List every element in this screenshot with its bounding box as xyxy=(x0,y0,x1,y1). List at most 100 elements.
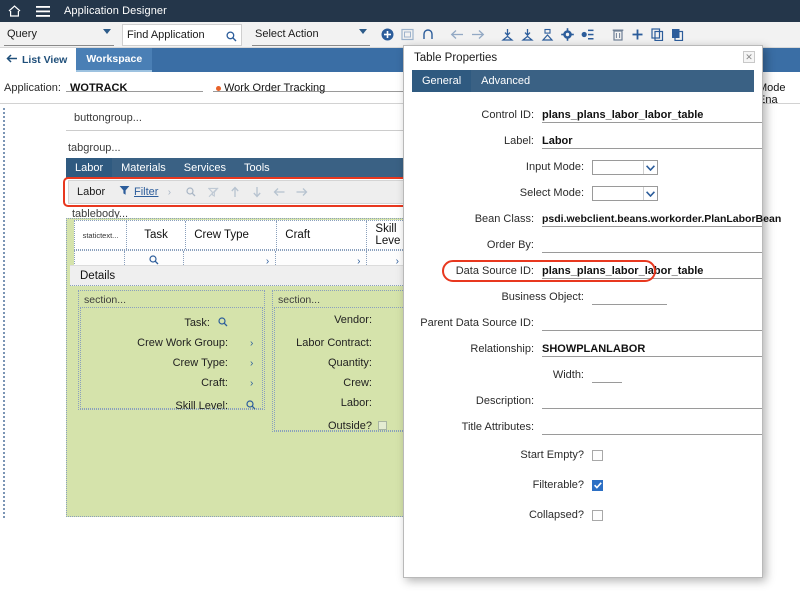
field-row-crew-type[interactable]: Crew Type: › xyxy=(80,357,260,369)
input-relationship[interactable]: SHOWPLANLABOR xyxy=(542,341,762,357)
tab-general[interactable]: General xyxy=(412,70,471,92)
chevron-down-icon[interactable] xyxy=(643,187,657,200)
application-description-value[interactable]: Work Order Tracking xyxy=(224,82,325,94)
checkbox-filterable[interactable] xyxy=(592,480,603,491)
query-dropdown[interactable]: Query xyxy=(4,24,114,46)
add-icon[interactable] xyxy=(628,24,647,46)
properties-gear-icon[interactable] xyxy=(558,24,577,46)
import-xml-icon[interactable] xyxy=(518,24,537,46)
copy-icon[interactable] xyxy=(648,24,667,46)
select-select-mode[interactable] xyxy=(592,186,658,201)
detail-menu-icon[interactable]: › xyxy=(250,338,253,349)
input-order-by[interactable] xyxy=(542,237,762,253)
field-row-crew-work-group[interactable]: Crew Work Group: › xyxy=(80,337,260,349)
delete-icon[interactable] xyxy=(608,24,627,46)
table-header-craft[interactable]: Craft xyxy=(277,221,367,249)
inner-tab-tools[interactable]: Tools xyxy=(235,158,279,178)
prev-page-icon[interactable] xyxy=(268,180,290,204)
table-header-statictext[interactable]: statictext... xyxy=(75,221,127,249)
inner-tab-materials[interactable]: Materials xyxy=(112,158,175,178)
search-icon[interactable] xyxy=(218,314,228,332)
field-row-labor-contract[interactable]: Labor Contract: xyxy=(272,337,392,349)
chevron-down-icon[interactable] xyxy=(643,161,657,174)
form-row-description: Description: xyxy=(404,388,762,414)
forward-arrow-icon[interactable] xyxy=(468,24,487,46)
label-title-attributes: Title Attributes: xyxy=(404,421,542,433)
table-header-skill-level[interactable]: Skill Leve xyxy=(367,221,406,249)
inner-tab-labor[interactable]: Labor xyxy=(66,158,112,178)
next-row-icon[interactable]: › xyxy=(158,180,180,204)
filter-link[interactable]: Filter xyxy=(134,186,158,198)
field-row-vendor[interactable]: Vendor: xyxy=(272,314,392,326)
table-header-crew-type[interactable]: Crew Type xyxy=(186,221,277,249)
field-label-craft: Craft: xyxy=(80,377,228,389)
field-row-outside[interactable]: Outside? xyxy=(272,417,397,435)
home-icon[interactable] xyxy=(0,0,28,22)
sort-down-icon[interactable] xyxy=(246,180,268,204)
select-input-mode[interactable] xyxy=(592,160,658,175)
field-label-crew-work-group: Crew Work Group: xyxy=(80,337,228,349)
tab-list-view[interactable]: List View xyxy=(0,48,76,72)
search-icon[interactable] xyxy=(246,397,256,415)
dialog-titlebar[interactable]: Table Properties ✕ xyxy=(404,46,762,70)
clear-filter-icon[interactable] xyxy=(202,180,224,204)
field-row-task[interactable]: Task: xyxy=(80,314,260,332)
designer-inner-tabbar: Labor Materials Services Tools xyxy=(66,158,407,178)
export-system-xml-icon[interactable] xyxy=(538,24,557,46)
paste-icon[interactable] xyxy=(668,24,687,46)
table-header-task[interactable]: Task xyxy=(127,221,186,249)
buttongroup-label[interactable]: buttongroup... xyxy=(74,112,142,124)
tabgroup-label[interactable]: tabgroup... xyxy=(68,142,121,154)
detail-menu-icon[interactable]: › xyxy=(250,378,253,389)
input-description[interactable] xyxy=(542,393,762,409)
dialog-form: Control ID: plans_plans_labor_labor_tabl… xyxy=(404,92,762,577)
input-bean-class[interactable]: psdi.webclient.beans.workorder.PlanLabor… xyxy=(542,211,762,227)
field-label-quantity: Quantity: xyxy=(272,357,372,369)
field-row-skill-level[interactable]: Skill Level: xyxy=(80,397,260,415)
checkbox-start-empty[interactable] xyxy=(592,450,603,461)
icon-separator xyxy=(438,24,447,46)
application-value[interactable]: WOTRACK xyxy=(70,82,127,94)
value-label: Labor xyxy=(542,135,573,147)
control-palette-icon[interactable] xyxy=(578,24,597,46)
export-xml-icon[interactable] xyxy=(498,24,517,46)
filter-funnel-icon[interactable] xyxy=(119,183,130,201)
labor-table-toolbar[interactable]: Labor Filter › xyxy=(68,180,405,204)
inner-tab-services[interactable]: Services xyxy=(175,158,235,178)
input-width[interactable] xyxy=(592,367,622,383)
field-row-craft[interactable]: Craft: › xyxy=(80,377,260,389)
input-parent-data-source-id[interactable] xyxy=(542,315,762,331)
search-icon[interactable] xyxy=(180,180,202,204)
input-title-attributes[interactable] xyxy=(542,419,762,435)
close-icon[interactable]: ✕ xyxy=(743,51,755,63)
undo-icon[interactable] xyxy=(418,24,437,46)
field-row-crew[interactable]: Crew: xyxy=(272,377,392,389)
field-row-labor[interactable]: Labor: xyxy=(272,397,392,409)
field-label-crew-type: Crew Type: xyxy=(80,357,228,369)
outside-checkbox[interactable] xyxy=(378,417,387,435)
back-arrow-icon[interactable] xyxy=(448,24,467,46)
input-data-source-id[interactable]: plans_plans_labor_labor_table xyxy=(542,263,762,279)
find-application-input[interactable]: Find Application xyxy=(122,24,242,46)
label-parent-data-source-id: Parent Data Source ID: xyxy=(404,317,542,329)
input-label[interactable]: Labor xyxy=(542,133,762,149)
field-label-labor: Labor: xyxy=(272,397,372,409)
input-control-id[interactable]: plans_plans_labor_labor_table xyxy=(542,107,762,123)
input-business-object[interactable] xyxy=(592,289,667,305)
new-application-icon[interactable] xyxy=(378,24,397,46)
search-icon[interactable] xyxy=(226,29,237,47)
checkbox-collapsed[interactable] xyxy=(592,510,603,521)
label-data-source-id: Data Source ID: xyxy=(404,265,542,277)
tab-advanced[interactable]: Advanced xyxy=(471,70,540,92)
tab-workspace[interactable]: Workspace xyxy=(76,48,152,72)
table-details-row[interactable]: Details xyxy=(70,265,407,286)
select-action-dropdown[interactable]: Select Action xyxy=(252,24,370,46)
sort-up-icon[interactable] xyxy=(224,180,246,204)
hamburger-menu-icon[interactable] xyxy=(28,0,58,22)
label-filterable: Filterable? xyxy=(404,479,592,491)
field-row-quantity[interactable]: Quantity: xyxy=(272,357,392,369)
next-page-icon[interactable] xyxy=(290,180,312,204)
detail-menu-icon[interactable]: › xyxy=(250,358,253,369)
preview-icon[interactable] xyxy=(398,24,417,46)
value-control-id: plans_plans_labor_labor_table xyxy=(542,109,703,121)
